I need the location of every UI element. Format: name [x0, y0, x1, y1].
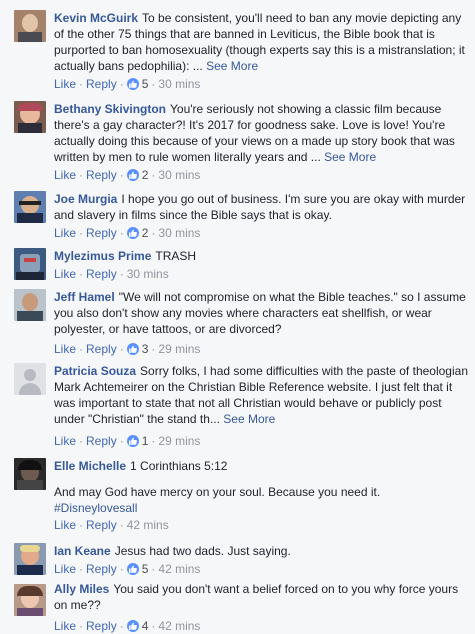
reply-button[interactable]: Reply — [86, 562, 117, 576]
comment-text: Jesus had two dads. Just saying. — [114, 544, 291, 558]
thumbs-up-icon[interactable] — [126, 169, 139, 181]
comment-actions: Like · Reply · 42 mins — [54, 518, 169, 532]
like-button[interactable]: Like — [54, 226, 76, 240]
avatar[interactable] — [14, 248, 46, 280]
comment-actions: Like · Reply · 2 · 30 mins — [54, 226, 201, 240]
reply-button[interactable]: Reply — [86, 434, 117, 448]
avatar[interactable] — [14, 10, 46, 42]
reply-button[interactable]: Reply — [86, 518, 117, 532]
comment-text: 1 Corinthians 5:12 — [130, 459, 228, 473]
see-more-link[interactable]: See More — [223, 412, 275, 426]
timestamp[interactable]: 42 mins — [127, 518, 169, 532]
like-count[interactable]: 2 — [142, 168, 149, 182]
comment-text: And may God have mercy on your soul. Bec… — [54, 485, 381, 499]
thumbs-up-icon[interactable] — [126, 563, 139, 575]
avatar[interactable] — [14, 191, 46, 223]
like-count[interactable]: 4 — [142, 619, 149, 633]
thumbs-up-icon[interactable] — [126, 620, 139, 632]
comment-actions: Like · Reply · 30 mins — [54, 267, 169, 281]
comment-actions: Like · Reply · 5 · 42 mins — [54, 562, 201, 576]
hashtag-link[interactable]: #Disneylovesall — [54, 500, 468, 516]
thumbs-up-icon[interactable] — [126, 343, 139, 355]
comment-author[interactable]: Bethany Skivington — [54, 102, 166, 116]
comment-author[interactable]: Ally Miles — [54, 582, 109, 596]
like-count[interactable]: 2 — [142, 226, 149, 240]
see-more-link[interactable]: See More — [324, 150, 376, 164]
comment-body: Kevin McGuirk To be consistent, you'll ne… — [54, 10, 468, 74]
avatar[interactable] — [14, 458, 46, 490]
like-button[interactable]: Like — [54, 562, 76, 576]
reply-button[interactable]: Reply — [86, 619, 117, 633]
reply-button[interactable]: Reply — [86, 267, 117, 281]
comment-body: Elle Michelle 1 Corinthians 5:12 And may … — [54, 458, 468, 516]
timestamp[interactable]: 29 mins — [158, 342, 200, 356]
avatar[interactable] — [14, 363, 46, 395]
reply-button[interactable]: Reply — [86, 226, 117, 240]
comment-actions: Like · Reply · 1 · 29 mins — [54, 434, 201, 448]
thumbs-up-icon[interactable] — [126, 227, 139, 239]
avatar[interactable] — [14, 543, 46, 575]
like-button[interactable]: Like — [54, 434, 76, 448]
comment-author[interactable]: Patricia Souza — [54, 364, 136, 378]
timestamp[interactable]: 30 mins — [127, 267, 169, 281]
reply-button[interactable]: Reply — [86, 168, 117, 182]
timestamp[interactable]: 42 mins — [158, 619, 200, 633]
comment-text: TRASH — [155, 249, 197, 263]
like-button[interactable]: Like — [54, 168, 76, 182]
like-count[interactable]: 5 — [142, 562, 149, 576]
thumbs-up-icon[interactable] — [126, 78, 139, 90]
timestamp[interactable]: 30 mins — [158, 77, 200, 91]
comment-body: Jeff Hamel "We will not compromise on wha… — [54, 289, 468, 337]
thumbs-up-icon[interactable] — [126, 435, 139, 447]
comment-actions: Like · Reply · 4 · 42 mins — [54, 619, 201, 633]
comment-body: Ian Keane Jesus had two dads. Just saying… — [54, 543, 468, 559]
comment-text: "We will not compromise on what the Bibl… — [54, 290, 466, 336]
comment-body: Mylezimus Prime TRASH — [54, 248, 468, 264]
reply-button[interactable]: Reply — [86, 77, 117, 91]
avatar[interactable] — [14, 101, 46, 133]
comment-body: Bethany Skivington You're seriously not s… — [54, 101, 468, 165]
comment-text: You said you don't want a belief forced … — [54, 582, 459, 612]
avatar[interactable] — [14, 289, 46, 321]
comment-actions: Like · Reply · 2 · 30 mins — [54, 168, 201, 182]
avatar[interactable] — [14, 584, 46, 616]
like-count[interactable]: 3 — [142, 342, 149, 356]
comment-author[interactable]: Ian Keane — [54, 544, 111, 558]
comment-actions: Like · Reply · 3 · 29 mins — [54, 342, 201, 356]
comment-body: Joe Murgia I hope you go out of business.… — [54, 191, 468, 223]
like-button[interactable]: Like — [54, 518, 76, 532]
timestamp[interactable]: 29 mins — [158, 434, 200, 448]
comment-author[interactable]: Mylezimus Prime — [54, 249, 151, 263]
comment-author[interactable]: Kevin McGuirk — [54, 11, 138, 25]
like-button[interactable]: Like — [54, 77, 76, 91]
timestamp[interactable]: 42 mins — [158, 562, 200, 576]
timestamp[interactable]: 30 mins — [158, 168, 200, 182]
comment-author[interactable]: Joe Murgia — [54, 192, 117, 206]
like-button[interactable]: Like — [54, 619, 76, 633]
see-more-link[interactable]: See More — [206, 59, 258, 73]
reply-button[interactable]: Reply — [86, 342, 117, 356]
timestamp[interactable]: 30 mins — [158, 226, 200, 240]
comment-body: Ally Miles You said you don't want a beli… — [54, 581, 468, 613]
comment-body: Patricia Souza Sorry folks, I had some di… — [54, 363, 468, 427]
like-button[interactable]: Like — [54, 267, 76, 281]
comment-author[interactable]: Elle Michelle — [54, 459, 126, 473]
like-count[interactable]: 1 — [142, 434, 149, 448]
comment-author[interactable]: Jeff Hamel — [54, 290, 115, 304]
like-button[interactable]: Like — [54, 342, 76, 356]
like-count[interactable]: 5 — [142, 77, 149, 91]
comment-actions: Like · Reply · 5 · 30 mins — [54, 77, 201, 91]
